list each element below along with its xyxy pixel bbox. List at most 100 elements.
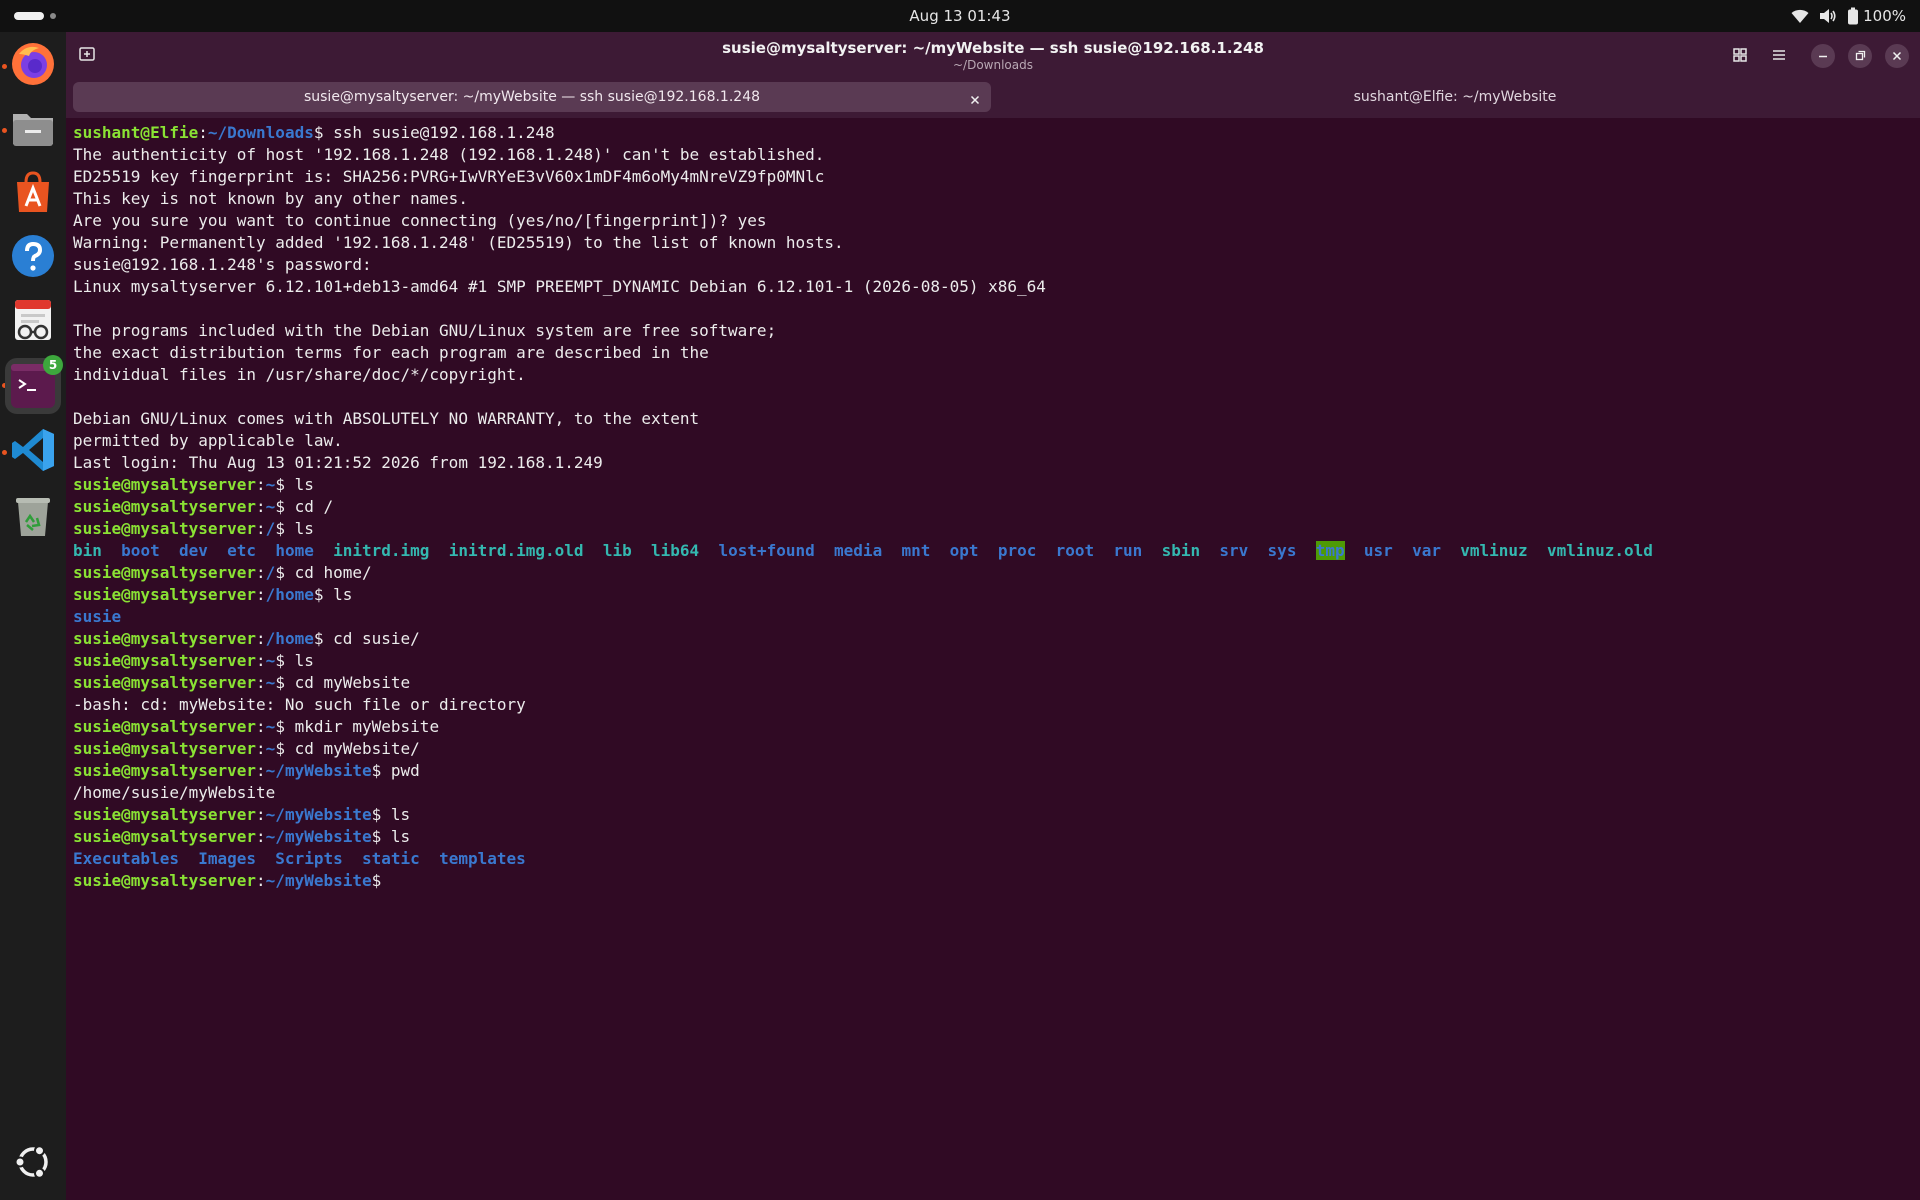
prompt-path: ~/myWebsite [265, 761, 372, 780]
directory-entry: srv [1219, 541, 1249, 560]
terminal-line: Are you sure you want to continue connec… [73, 210, 1913, 232]
tab-ssh-session[interactable]: susie@mysaltyserver: ~/myWebsite — ssh s… [73, 82, 991, 112]
prompt-path: ~/myWebsite [265, 805, 372, 824]
main-menu-button[interactable] [1768, 44, 1790, 66]
dock-show-apps[interactable] [9, 1138, 57, 1186]
tab-close-button[interactable] [967, 89, 983, 105]
directory-entry: static [362, 849, 420, 868]
prompt-user: susie@mysaltyserver [73, 673, 257, 692]
close-button[interactable] [1885, 44, 1909, 68]
prompt-user: susie@mysaltyserver [73, 651, 257, 670]
directory-entry: root [1055, 541, 1095, 560]
directory-entry: opt [949, 541, 979, 560]
dock-files[interactable] [9, 104, 57, 152]
directory-entry: media [834, 541, 883, 560]
terminal-text: The programs included with the Debian GN… [73, 321, 777, 340]
prompt-user: susie@mysaltyserver [73, 805, 257, 824]
terminal-line: Last login: Thu Aug 13 01:21:52 2026 fro… [73, 452, 1913, 474]
dock: 5 [0, 32, 67, 1200]
terminal-text: Last login: Thu Aug 13 01:21:52 2026 fro… [73, 453, 603, 472]
terminal-line: susie@mysaltyserver:~$ ls [73, 650, 1913, 672]
directory-entry: Executables [73, 849, 179, 868]
terminal-line: /home/susie/myWebsite [73, 782, 1913, 804]
terminal-text: $ ls [371, 805, 411, 824]
terminal-text: : [256, 827, 266, 846]
text-cursor [391, 871, 400, 889]
restore-icon [1855, 50, 1866, 61]
terminal-line: Linux mysaltyserver 6.12.101+deb13-amd64… [73, 276, 1913, 298]
terminal-text: $ ls [371, 827, 411, 846]
firefox-icon [12, 43, 54, 85]
terminal-line: individual files in /usr/share/doc/*/cop… [73, 364, 1913, 386]
dock-trash[interactable] [9, 492, 57, 540]
system-tray[interactable]: 100% [1791, 5, 1906, 27]
notification-badge: 5 [43, 355, 63, 375]
dock-app-center[interactable] [9, 168, 57, 216]
terminal-text: : [256, 805, 266, 824]
running-indicator [2, 450, 7, 455]
terminal-line: susie@mysaltyserver:~/myWebsite$ ls [73, 826, 1913, 848]
tab-overview-button[interactable] [1729, 44, 1751, 66]
dock-document-viewer[interactable] [9, 296, 57, 344]
help-icon [12, 235, 54, 277]
terminal-line: Warning: Permanently added '192.168.1.24… [73, 232, 1913, 254]
terminal-line: susie@mysaltyserver:~$ cd myWebsite [73, 672, 1913, 694]
directory-entry: mnt [901, 541, 931, 560]
grid-icon [1733, 48, 1747, 62]
terminal-line: This key is not known by any other names… [73, 188, 1913, 210]
terminal-text: Linux mysaltyserver 6.12.101+deb13-amd64… [73, 277, 1046, 296]
directory-entry: dev [178, 541, 208, 560]
terminal-text: : [256, 563, 266, 582]
prompt-user: susie@mysaltyserver [73, 497, 257, 516]
wifi-icon [1791, 9, 1809, 23]
tab-local-shell[interactable]: sushant@Elfie: ~/myWebsite [996, 82, 1914, 112]
prompt-user: susie@mysaltyserver [73, 717, 257, 736]
symlink-entry: vmlinuz [1460, 541, 1528, 560]
running-indicator [2, 128, 7, 133]
terminal-text: : [256, 739, 266, 758]
terminal-line: permitted by applicable law. [73, 430, 1913, 452]
dock-firefox[interactable] [9, 40, 57, 88]
maximize-button[interactable] [1848, 44, 1872, 68]
terminal-line: -bash: cd: myWebsite: No such file or di… [73, 694, 1913, 716]
prompt-path: ~ [265, 497, 276, 516]
terminal-line: the exact distribution terms for each pr… [73, 342, 1913, 364]
prompt-user: susie@mysaltyserver [73, 761, 257, 780]
prompt-path: / [265, 563, 276, 582]
terminal-text: the exact distribution terms for each pr… [73, 343, 709, 362]
prompt-user: susie@mysaltyserver [73, 871, 257, 890]
terminal-text: : [256, 585, 266, 604]
minimize-icon [1819, 55, 1827, 58]
terminal-text: permitted by applicable law. [73, 431, 343, 450]
terminal-line: The authenticity of host '192.168.1.248 … [73, 144, 1913, 166]
minimize-button[interactable] [1811, 44, 1835, 68]
directory-entry: home [275, 541, 314, 560]
files-icon [13, 114, 53, 146]
terminal-line: susie@mysaltyserver:/home$ ls [73, 584, 1913, 606]
dock-terminal[interactable]: 5 [5, 355, 63, 414]
directory-entry: var [1412, 541, 1441, 560]
terminal-text: Warning: Permanently added '192.168.1.24… [73, 233, 844, 252]
terminal-line: sushant@Elfie:~/Downloads$ ssh susie@192… [73, 122, 1913, 144]
terminal-line: susie@mysaltyserver:/$ cd home/ [73, 562, 1913, 584]
prompt-path: ~/myWebsite [265, 871, 372, 890]
symlink-entry: initrd.img.old [448, 541, 584, 560]
dock-help[interactable] [9, 232, 57, 280]
terminal-text: $ mkdir myWebsite [275, 717, 440, 736]
clock[interactable]: Aug 13 01:43 [0, 7, 1920, 25]
trash-icon [16, 498, 50, 536]
prompt-user: susie@mysaltyserver [73, 563, 257, 582]
symlink-entry: sbin [1161, 541, 1201, 560]
terminal-output[interactable]: sushant@Elfie:~/Downloads$ ssh susie@192… [73, 122, 1913, 1192]
prompt-user: susie@mysaltyserver [73, 629, 257, 648]
directory-entry: susie [73, 607, 122, 626]
dock-vscode[interactable] [9, 426, 57, 474]
